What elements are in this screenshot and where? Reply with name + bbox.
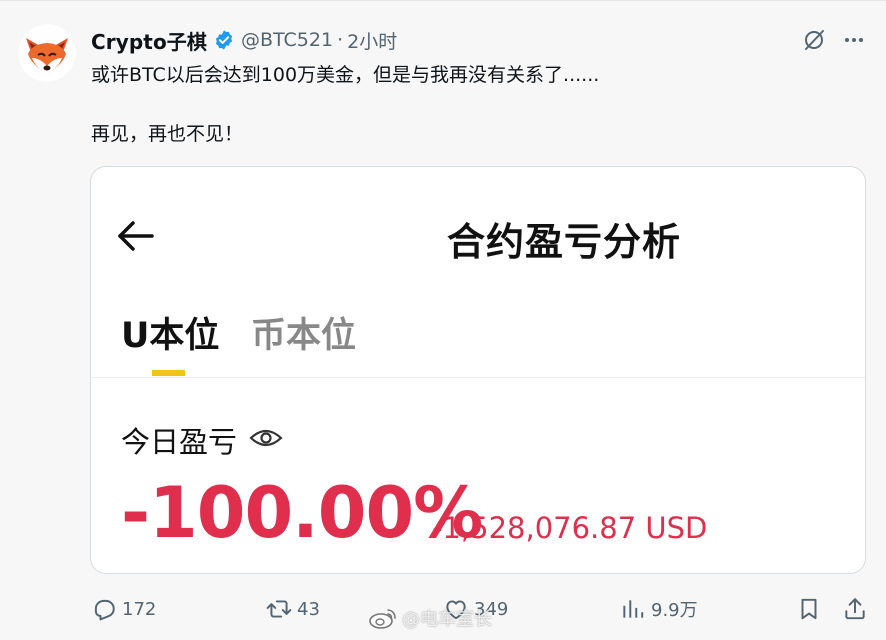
- timestamp[interactable]: 2小时: [347, 27, 397, 54]
- more-icon[interactable]: [842, 28, 866, 52]
- separator: ·: [337, 29, 344, 51]
- share-button[interactable]: [842, 596, 868, 622]
- tab-coin-margin: 币本位: [251, 316, 357, 356]
- pnl-amount: -1,528,076.87 USD: [432, 511, 708, 545]
- views-count: 9.9万: [651, 600, 698, 621]
- handle[interactable]: @BTC521: [241, 29, 333, 51]
- tweet-text-line: 再见，再也不见！: [91, 123, 244, 145]
- pnl-label: 今日盈亏: [121, 425, 238, 459]
- tweet-header: Crypto子棋 @BTC521 · 2小时: [91, 25, 397, 55]
- screen-title: 合约盈亏分析: [447, 220, 682, 264]
- verified-badge-icon: [215, 30, 233, 50]
- tab-indicator: [152, 370, 185, 376]
- reply-button[interactable]: 172: [91, 596, 156, 622]
- tweet-text: 或许BTC以后会达到100万美金，但是与我再没有关系了...... 再见，再也不…: [91, 61, 851, 148]
- bookmark-button[interactable]: [796, 596, 822, 622]
- reply-icon: [94, 599, 115, 621]
- watermark-text: @电车室长: [402, 609, 492, 630]
- share-icon: [845, 598, 865, 620]
- tweet-text-line: 或许BTC以后会达到100万美金，但是与我再没有关系了......: [91, 64, 600, 86]
- pnl-percent: -100.00%: [121, 472, 483, 554]
- top-divider: [0, 0, 886, 1]
- back-arrow-icon: [118, 221, 154, 251]
- repost-button[interactable]: 43: [266, 596, 320, 622]
- avatar[interactable]: [18, 24, 76, 82]
- display-name[interactable]: Crypto子棋: [91, 26, 207, 55]
- repost-count: 43: [297, 598, 320, 620]
- repost-icon: [266, 600, 292, 618]
- views-icon: [623, 600, 644, 618]
- grok-icon[interactable]: [802, 28, 826, 52]
- media-card[interactable]: 合约盈亏分析 U本位 币本位 今日盈亏 -100.00% -1,528,076.…: [90, 166, 866, 574]
- tab-u-margin: U本位: [121, 316, 220, 356]
- tabs-divider: [91, 377, 865, 378]
- weibo-logo-icon: [369, 609, 396, 629]
- bookmark-icon: [801, 598, 817, 620]
- reply-count: 172: [122, 598, 157, 620]
- fox-avatar-icon: [18, 24, 76, 82]
- views-button[interactable]: 9.9万: [620, 596, 698, 622]
- eye-icon: [249, 429, 283, 447]
- watermark: @电车室长: [368, 604, 492, 632]
